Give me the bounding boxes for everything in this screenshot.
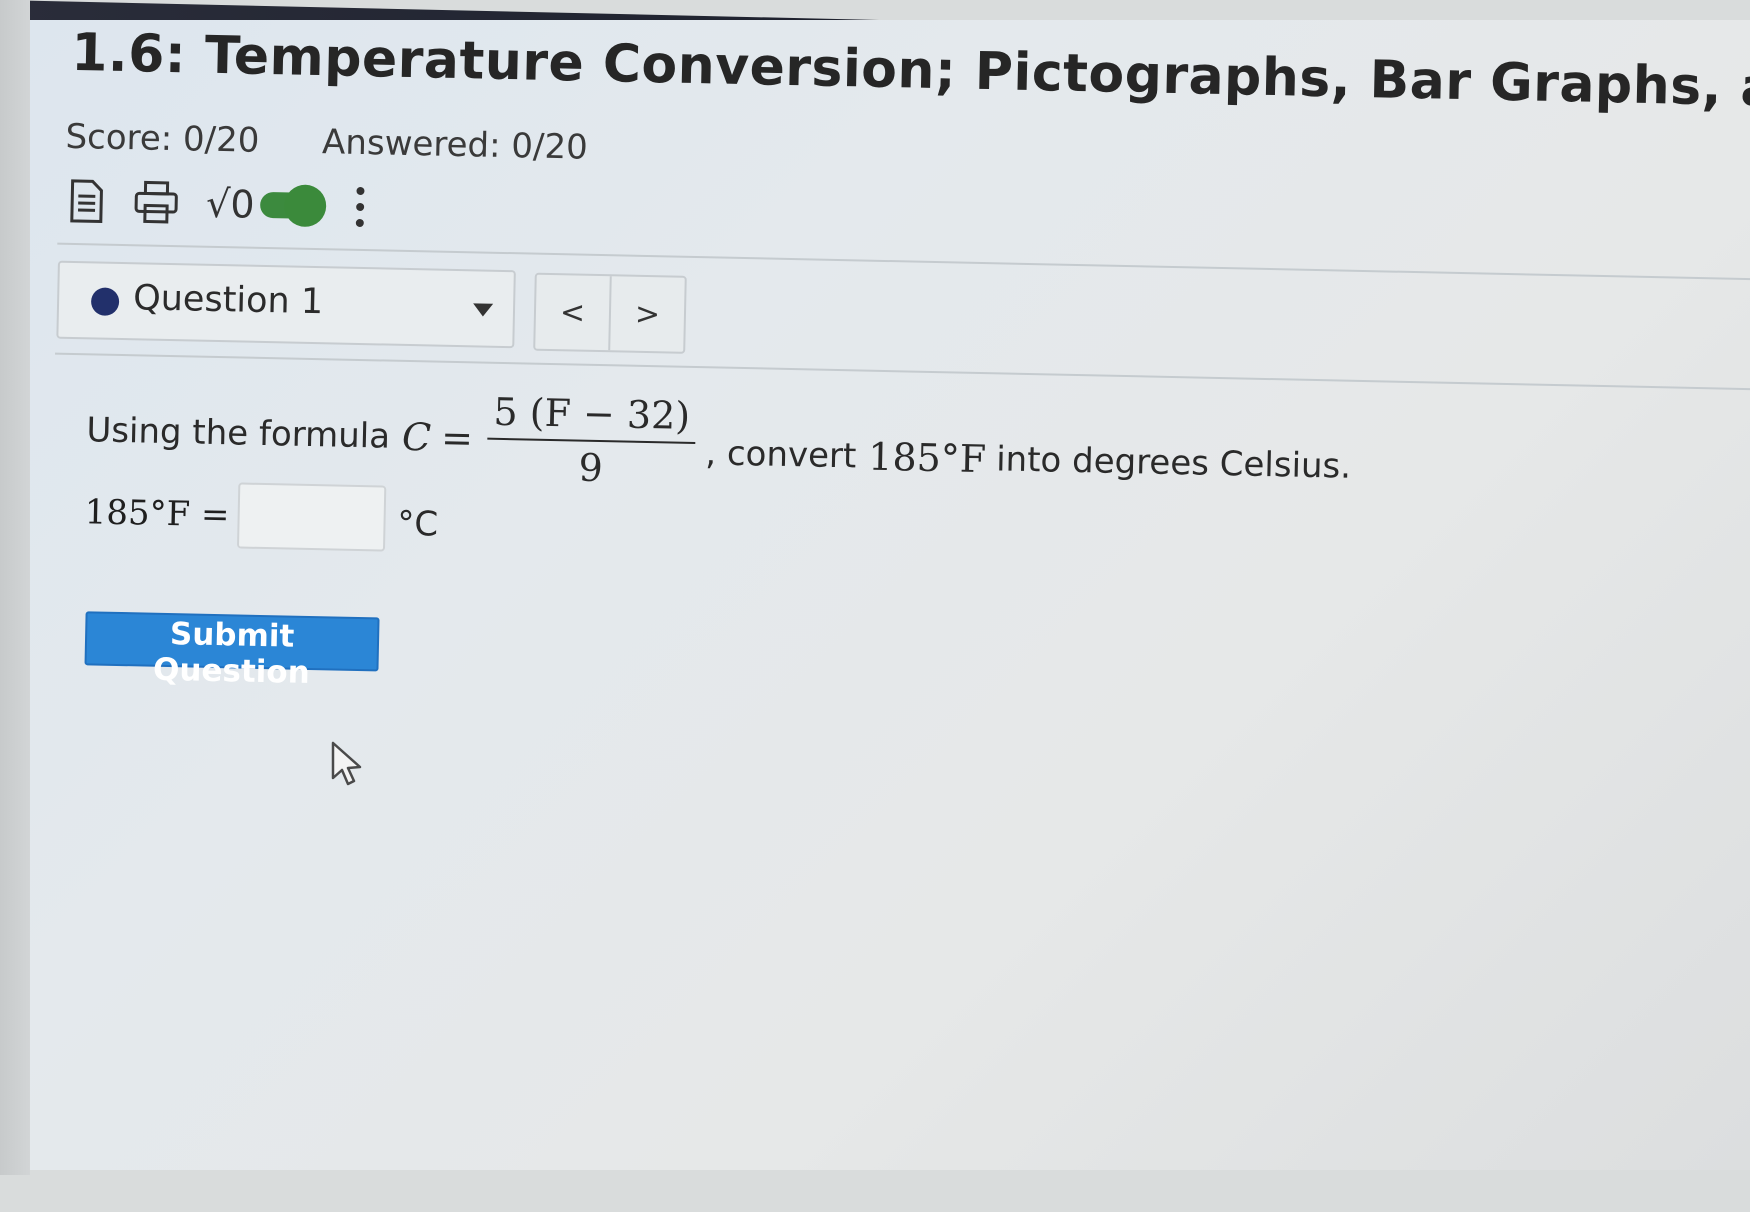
answered-text: Answered: 0/20 — [322, 122, 588, 168]
next-question-button[interactable]: > — [608, 276, 685, 352]
answer-prefix: 185°F = — [84, 492, 230, 535]
question-nav: < > — [533, 273, 687, 354]
formula-fraction: 5 (F − 32) 9 — [486, 390, 697, 492]
question-selector-label: Question 1 — [133, 278, 324, 322]
toggle-knob — [284, 184, 327, 227]
answer-unit: °C — [397, 504, 439, 545]
prompt-mid: , convert — [705, 433, 857, 476]
formula-equals: = — [441, 416, 474, 461]
print-icon[interactable] — [132, 179, 181, 226]
document-icon[interactable] — [66, 178, 107, 225]
assignment-title: 1.6: Temperature Conversion; Pictographs… — [71, 23, 1750, 124]
formula-numerator: 5 (F − 32) — [487, 390, 697, 444]
question-status-dot — [91, 287, 120, 316]
answer-row: 185°F = °C — [84, 479, 439, 552]
score-text: Score: 0/20 — [65, 117, 260, 161]
prompt-tail: into degrees Celsius. — [996, 439, 1352, 486]
answer-input[interactable] — [237, 482, 386, 551]
caret-down-icon — [473, 303, 493, 316]
formula-lhs: C — [402, 415, 432, 460]
submit-question-button[interactable]: Submit Question — [84, 611, 379, 671]
toggle-switch[interactable] — [260, 192, 325, 219]
toolbar: √0 — [66, 171, 372, 237]
math-display-toggle[interactable]: √0 — [206, 182, 325, 228]
sqrt-icon: √0 — [206, 182, 255, 227]
prev-question-button[interactable]: < — [535, 275, 610, 351]
question-selector[interactable]: Question 1 — [56, 261, 516, 349]
divider — [55, 353, 1750, 391]
chevron-right-icon: > — [635, 296, 661, 332]
assignment-page: 1.6: Temperature Conversion; Pictographs… — [30, 20, 1750, 1170]
formula-denominator: 9 — [578, 442, 603, 490]
page-content: 1.6: Temperature Conversion; Pictographs… — [6, 20, 1750, 1206]
score-summary: Score: 0/20 Answered: 0/20 — [65, 117, 640, 169]
prompt-value: 185°F — [868, 435, 987, 481]
prompt-lead: Using the formula — [86, 410, 390, 456]
mouse-cursor-icon — [330, 740, 364, 792]
more-vertical-icon[interactable] — [350, 182, 371, 232]
chevron-left-icon: < — [560, 295, 586, 331]
